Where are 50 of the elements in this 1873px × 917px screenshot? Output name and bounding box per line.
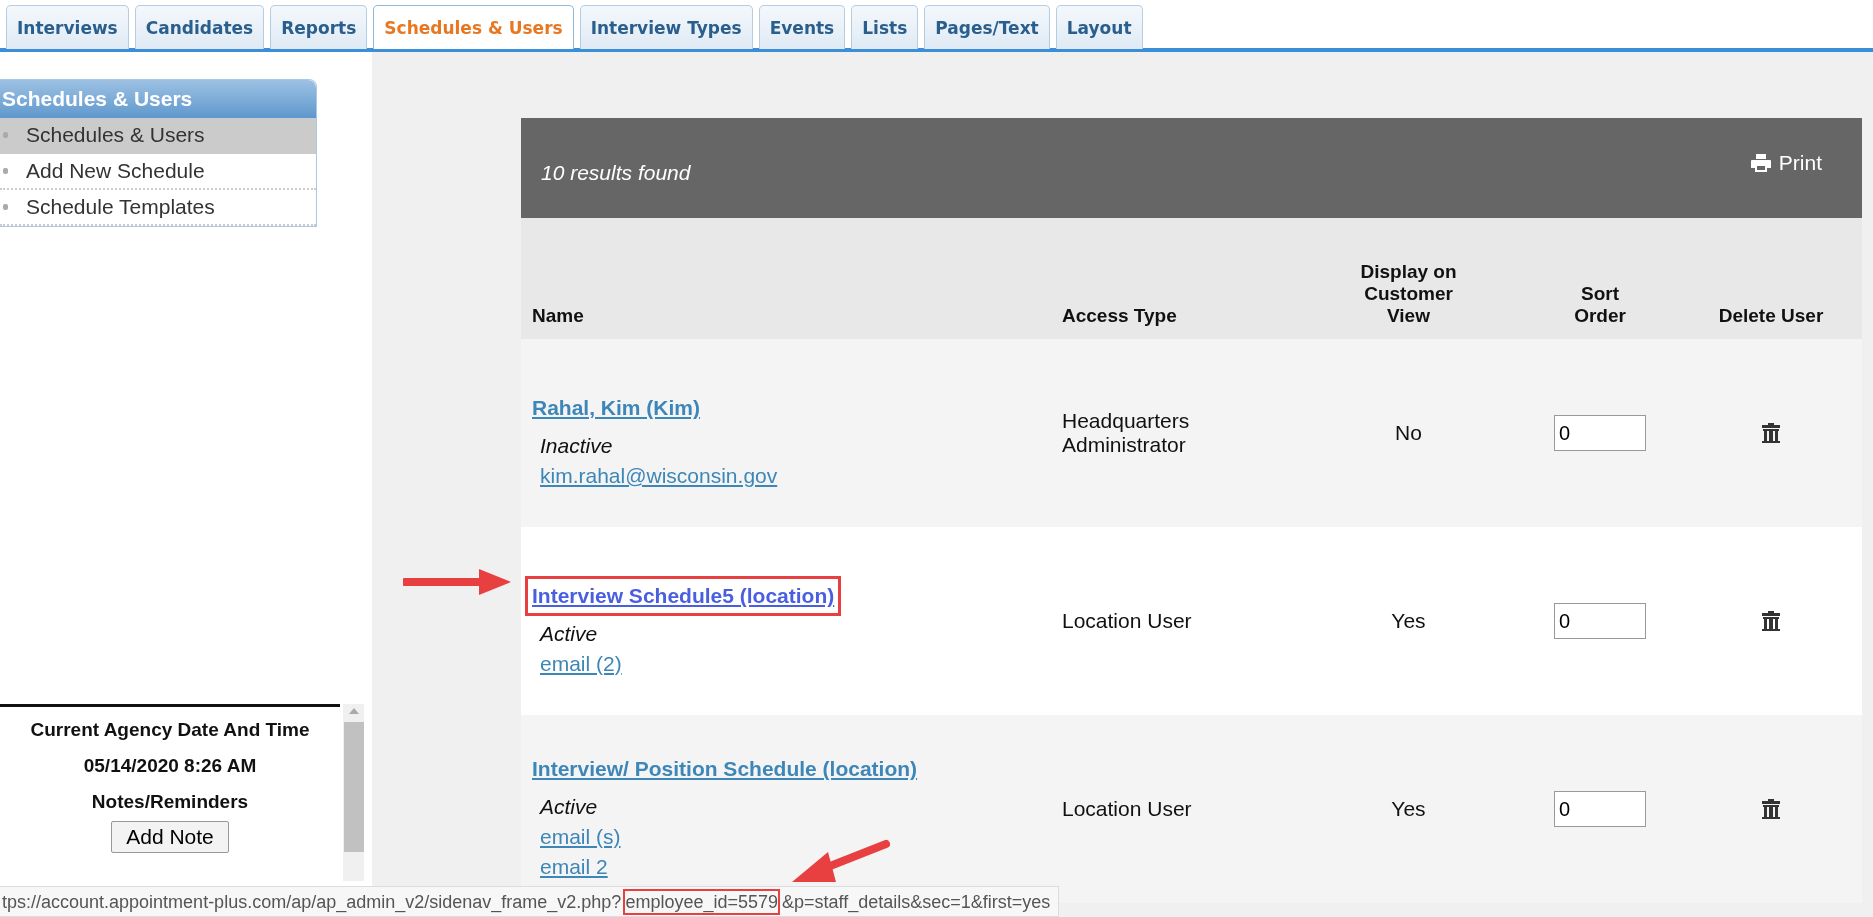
notes-heading: Notes/Reminders — [91, 791, 249, 813]
agency-datetime: 05/14/2020 8:26 AM — [83, 755, 257, 777]
sidebar-item[interactable]: Add New Schedule — [0, 154, 316, 190]
status-url-text: tps://account.appointment-plus.com/ap/ap_admin_v2/sidenav_frame_v2.php? — [1, 890, 623, 915]
results-count: 10 results found — [541, 161, 691, 185]
display-cell-text: No — [1394, 421, 1423, 445]
status-url-text: employee_id=5579 — [623, 888, 780, 915]
column-header: Name — [531, 305, 585, 327]
column-header: Access Type — [1062, 305, 1178, 327]
nav-tab[interactable]: Interviews — [6, 5, 129, 49]
trash-icon[interactable] — [1762, 799, 1780, 819]
sort-order-field[interactable]: 0 — [1554, 415, 1646, 451]
print-link[interactable]: Print — [1750, 151, 1822, 175]
display-cell-text: Yes — [1390, 797, 1427, 821]
sidebar-title: Schedules & Users — [0, 80, 316, 118]
sidebar-item[interactable]: Schedules & Users — [0, 118, 316, 154]
access-type-cell-text: Location User — [1062, 609, 1193, 633]
nav-tab[interactable]: Pages/Text — [924, 5, 1050, 49]
trash-icon[interactable] — [1762, 611, 1780, 631]
column-header: Display on Customer View — [1359, 261, 1458, 327]
nav-tab[interactable]: Interview Types — [579, 5, 753, 49]
column-header: Sort Order — [1573, 283, 1627, 327]
user-status: Inactive — [540, 433, 613, 458]
email-link[interactable]: email 2 — [540, 854, 608, 879]
sort-order-field[interactable]: 0 — [1554, 791, 1646, 827]
scrollbar[interactable] — [343, 704, 364, 881]
user-status: Active — [540, 794, 598, 819]
add-note-button[interactable]: Add Note — [111, 821, 229, 853]
display-cell-text: Yes — [1390, 609, 1427, 633]
user-name-link[interactable]: Rahal, Kim (Kim) — [525, 388, 708, 428]
email-link[interactable]: kim.rahal@wisconsin.gov — [540, 463, 778, 488]
nav-tab[interactable]: Layout — [1055, 5, 1143, 49]
email-link[interactable]: email (s) — [540, 824, 621, 849]
status-url-text: &p=staff_details&sec=1&first=yes — [781, 890, 1052, 915]
access-type-cell-text: Location User — [1062, 797, 1193, 821]
nav-tab[interactable]: Candidates — [134, 5, 265, 49]
user-status: Active — [540, 621, 598, 646]
nav-tab[interactable]: Events — [758, 5, 846, 49]
printer-icon — [1750, 154, 1771, 172]
user-name-link[interactable]: Interview Schedule5 (location) — [525, 576, 842, 616]
access-type-cell-text: Headquarters Administrator — [1062, 409, 1191, 457]
nav-tab[interactable]: Lists — [851, 5, 919, 49]
sort-order-field[interactable]: 0 — [1554, 603, 1646, 639]
column-header: Delete User — [1717, 305, 1825, 327]
nav-tab[interactable]: Reports — [270, 5, 368, 49]
email-link[interactable]: email (2) — [540, 651, 622, 676]
trash-icon[interactable] — [1762, 423, 1780, 443]
sidebar-item[interactable]: Schedule Templates — [0, 190, 316, 226]
agency-date-heading: Current Agency Date And Time — [30, 719, 310, 741]
user-name-link[interactable]: Interview/ Position Schedule (location) — [525, 749, 925, 789]
